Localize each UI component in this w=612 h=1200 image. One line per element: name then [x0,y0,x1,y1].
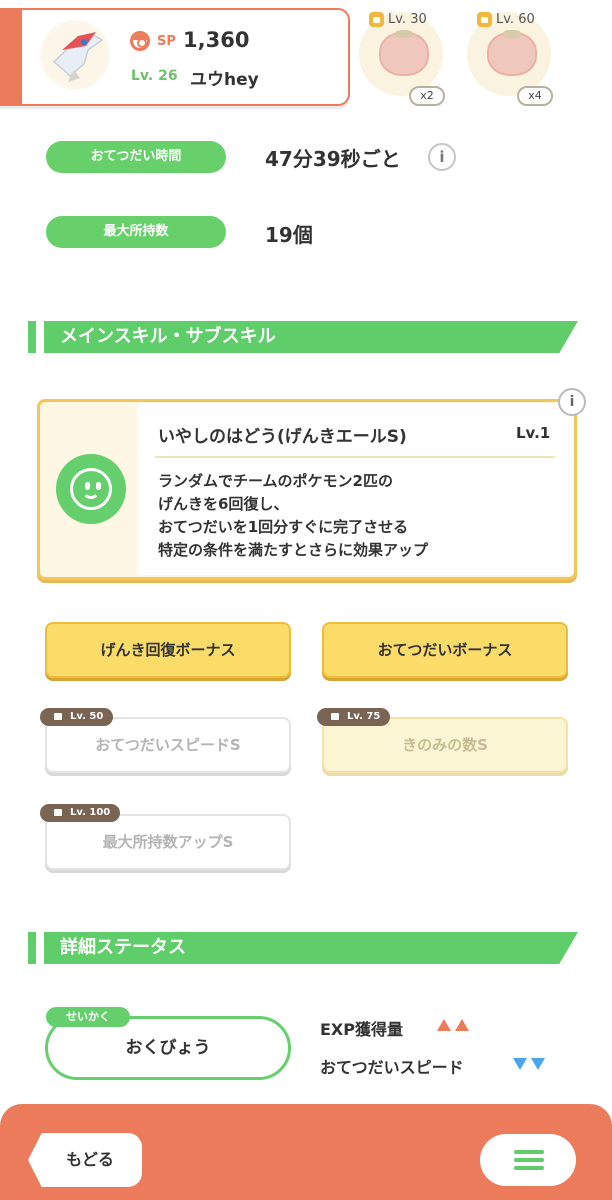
ingredient-slot-2[interactable]: Lv. 60 x4 [465,8,553,108]
max-carry-value: 19個 [265,223,313,247]
section-title: メインスキル・サブスキル [60,326,276,347]
pokemon-avatar [40,20,110,90]
tomato-icon [487,30,537,76]
description-line: げんきを6回復し、 [158,495,289,513]
lock-level-text: Lv. 100 [70,807,111,818]
lock-level-text: Lv. 75 [347,711,381,722]
lock-icon [477,12,492,27]
sub-skill-button-locked[interactable]: 最大所持数アップS [45,814,291,870]
ingredient-slot-1[interactable]: Lv. 30 x2 [357,8,445,108]
section-header-details: 詳細ステータス [44,932,578,964]
back-button[interactable]: もどる [28,1133,142,1187]
info-icon[interactable]: i [428,143,456,171]
lock-icon [331,713,339,720]
sub-skill-button[interactable]: おてつだいボーナス [322,622,568,678]
sp-value: 1,360 [183,28,250,52]
pokemon-level: Lv. 26 [131,68,178,84]
info-icon[interactable]: i [558,388,586,416]
ingredient-unlock-level: Lv. 30 [388,12,427,27]
lock-level-tag: Lv. 100 [40,804,121,822]
main-skill-description: ランダムでチームのポケモン2匹の げんきを6回復し、 おてつだいを1回分すぐに完… [158,470,558,562]
description-line: おてつだいを1回分すぐに完了させる [158,518,409,536]
pokemon-name: ユウhey [190,70,259,90]
ingredient-count: x4 [517,86,553,106]
down-arrow-icon [531,1058,545,1070]
lock-level-tag: Lv. 75 [317,708,391,726]
sp-label: SP [157,34,176,49]
section-accent [28,932,36,964]
up-arrow-icon [437,1019,451,1031]
sp-pokeball-icon [130,31,150,51]
max-carry-label: 最大所持数 [46,216,226,248]
sub-skill-button[interactable]: げんき回復ボーナス [45,622,291,678]
main-skill-level: Lv.1 [516,424,551,442]
description-line: ランダムでチームのポケモン2匹の [158,472,393,490]
help-time-value: 47分39秒ごと [265,147,401,171]
section-accent [28,321,36,353]
menu-button[interactable] [480,1134,576,1186]
section-header-skills: メインスキル・サブスキル [44,321,578,353]
tomato-icon [379,30,429,76]
up-arrow-icon [455,1019,469,1031]
help-time-label: おてつだい時間 [46,141,226,173]
main-skill-name: いやしのはどう(げんきエールS) [158,427,407,447]
lock-icon [54,809,62,816]
divider [155,456,555,458]
lock-level-text: Lv. 50 [70,711,104,722]
ingredient-unlock-level: Lv. 60 [496,12,535,27]
ingredient-count: x2 [409,86,445,106]
section-title: 詳細ステータス [60,937,186,958]
nature-tag: せいかく [46,1007,130,1027]
nature-effect-label: おてつだいスピード [320,1058,464,1077]
lock-level-tag: Lv. 50 [40,708,114,726]
description-line: 特定の条件を満たすとさらに効果アップ [158,541,429,559]
lock-icon [369,12,384,27]
smile-face-icon [56,454,126,524]
nature-effect-label: EXP獲得量 [320,1020,403,1039]
lock-icon [54,713,62,720]
down-arrow-icon [513,1058,527,1070]
